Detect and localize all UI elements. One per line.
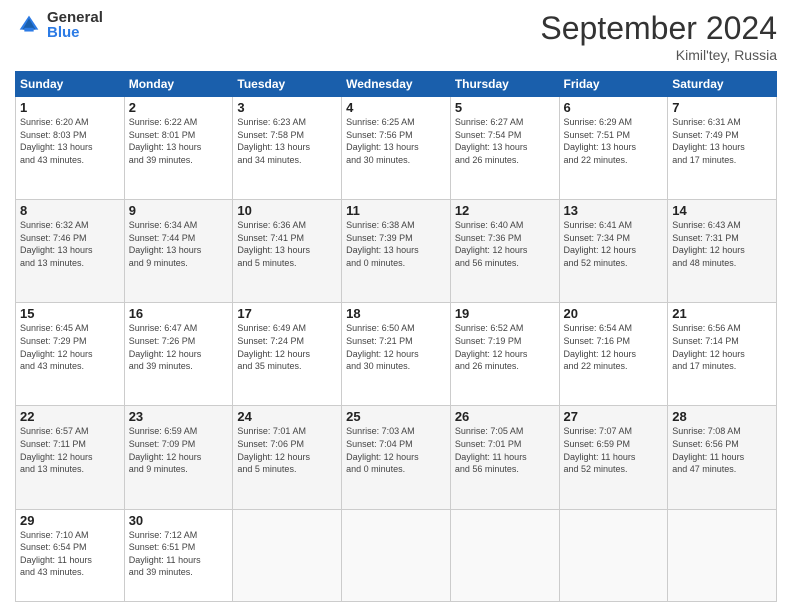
day-18: 18 Sunrise: 6:50 AMSunset: 7:21 PMDaylig… xyxy=(342,303,451,406)
day-11: 11 Sunrise: 6:38 AMSunset: 7:39 PMDaylig… xyxy=(342,200,451,303)
logo-icon xyxy=(15,11,43,39)
empty-cell-5 xyxy=(668,509,777,601)
empty-cell-1 xyxy=(233,509,342,601)
empty-cell-3 xyxy=(450,509,559,601)
day-26: 26 Sunrise: 7:05 AMSunset: 7:01 PMDaylig… xyxy=(450,406,559,509)
day-7: 7 Sunrise: 6:31 AMSunset: 7:49 PMDayligh… xyxy=(668,97,777,200)
header-thursday: Thursday xyxy=(450,72,559,97)
week-row-1: 1 Sunrise: 6:20 AMSunset: 8:03 PMDayligh… xyxy=(16,97,777,200)
header-friday: Friday xyxy=(559,72,668,97)
week-row-3: 15 Sunrise: 6:45 AMSunset: 7:29 PMDaylig… xyxy=(16,303,777,406)
day-30: 30 Sunrise: 7:12 AMSunset: 6:51 PMDaylig… xyxy=(124,509,233,601)
day-4: 4 Sunrise: 6:25 AMSunset: 7:56 PMDayligh… xyxy=(342,97,451,200)
calendar-table: Sunday Monday Tuesday Wednesday Thursday… xyxy=(15,71,777,602)
day-3: 3 Sunrise: 6:23 AMSunset: 7:58 PMDayligh… xyxy=(233,97,342,200)
header-wednesday: Wednesday xyxy=(342,72,451,97)
day-13: 13 Sunrise: 6:41 AMSunset: 7:34 PMDaylig… xyxy=(559,200,668,303)
logo-general-text: General xyxy=(47,10,103,25)
title-area: September 2024 Kimil'tey, Russia xyxy=(540,10,777,63)
day-15: 15 Sunrise: 6:45 AMSunset: 7:29 PMDaylig… xyxy=(16,303,125,406)
day-9: 9 Sunrise: 6:34 AMSunset: 7:44 PMDayligh… xyxy=(124,200,233,303)
day-23: 23 Sunrise: 6:59 AMSunset: 7:09 PMDaylig… xyxy=(124,406,233,509)
month-title: September 2024 xyxy=(540,10,777,47)
day-1: 1 Sunrise: 6:20 AMSunset: 8:03 PMDayligh… xyxy=(16,97,125,200)
day-12: 12 Sunrise: 6:40 AMSunset: 7:36 PMDaylig… xyxy=(450,200,559,303)
day-20: 20 Sunrise: 6:54 AMSunset: 7:16 PMDaylig… xyxy=(559,303,668,406)
week-row-4: 22 Sunrise: 6:57 AMSunset: 7:11 PMDaylig… xyxy=(16,406,777,509)
day-19: 19 Sunrise: 6:52 AMSunset: 7:19 PMDaylig… xyxy=(450,303,559,406)
day-24: 24 Sunrise: 7:01 AMSunset: 7:06 PMDaylig… xyxy=(233,406,342,509)
day-8: 8 Sunrise: 6:32 AMSunset: 7:46 PMDayligh… xyxy=(16,200,125,303)
day-25: 25 Sunrise: 7:03 AMSunset: 7:04 PMDaylig… xyxy=(342,406,451,509)
day-17: 17 Sunrise: 6:49 AMSunset: 7:24 PMDaylig… xyxy=(233,303,342,406)
location: Kimil'tey, Russia xyxy=(540,47,777,63)
header-monday: Monday xyxy=(124,72,233,97)
page: General Blue September 2024 Kimil'tey, R… xyxy=(0,0,792,612)
day-29: 29 Sunrise: 7:10 AMSunset: 6:54 PMDaylig… xyxy=(16,509,125,601)
header-saturday: Saturday xyxy=(668,72,777,97)
logo: General Blue xyxy=(15,10,103,40)
day-22: 22 Sunrise: 6:57 AMSunset: 7:11 PMDaylig… xyxy=(16,406,125,509)
day-28: 28 Sunrise: 7:08 AMSunset: 6:56 PMDaylig… xyxy=(668,406,777,509)
header-tuesday: Tuesday xyxy=(233,72,342,97)
day-5: 5 Sunrise: 6:27 AMSunset: 7:54 PMDayligh… xyxy=(450,97,559,200)
day-2: 2 Sunrise: 6:22 AMSunset: 8:01 PMDayligh… xyxy=(124,97,233,200)
logo-text: General Blue xyxy=(47,10,103,40)
header-sunday: Sunday xyxy=(16,72,125,97)
logo-blue-text: Blue xyxy=(47,25,103,40)
week-row-5: 29 Sunrise: 7:10 AMSunset: 6:54 PMDaylig… xyxy=(16,509,777,601)
weekday-header-row: Sunday Monday Tuesday Wednesday Thursday… xyxy=(16,72,777,97)
day-14: 14 Sunrise: 6:43 AMSunset: 7:31 PMDaylig… xyxy=(668,200,777,303)
day-21: 21 Sunrise: 6:56 AMSunset: 7:14 PMDaylig… xyxy=(668,303,777,406)
day-6: 6 Sunrise: 6:29 AMSunset: 7:51 PMDayligh… xyxy=(559,97,668,200)
day-16: 16 Sunrise: 6:47 AMSunset: 7:26 PMDaylig… xyxy=(124,303,233,406)
header: General Blue September 2024 Kimil'tey, R… xyxy=(15,10,777,63)
day-27: 27 Sunrise: 7:07 AMSunset: 6:59 PMDaylig… xyxy=(559,406,668,509)
empty-cell-4 xyxy=(559,509,668,601)
week-row-2: 8 Sunrise: 6:32 AMSunset: 7:46 PMDayligh… xyxy=(16,200,777,303)
day-10: 10 Sunrise: 6:36 AMSunset: 7:41 PMDaylig… xyxy=(233,200,342,303)
empty-cell-2 xyxy=(342,509,451,601)
